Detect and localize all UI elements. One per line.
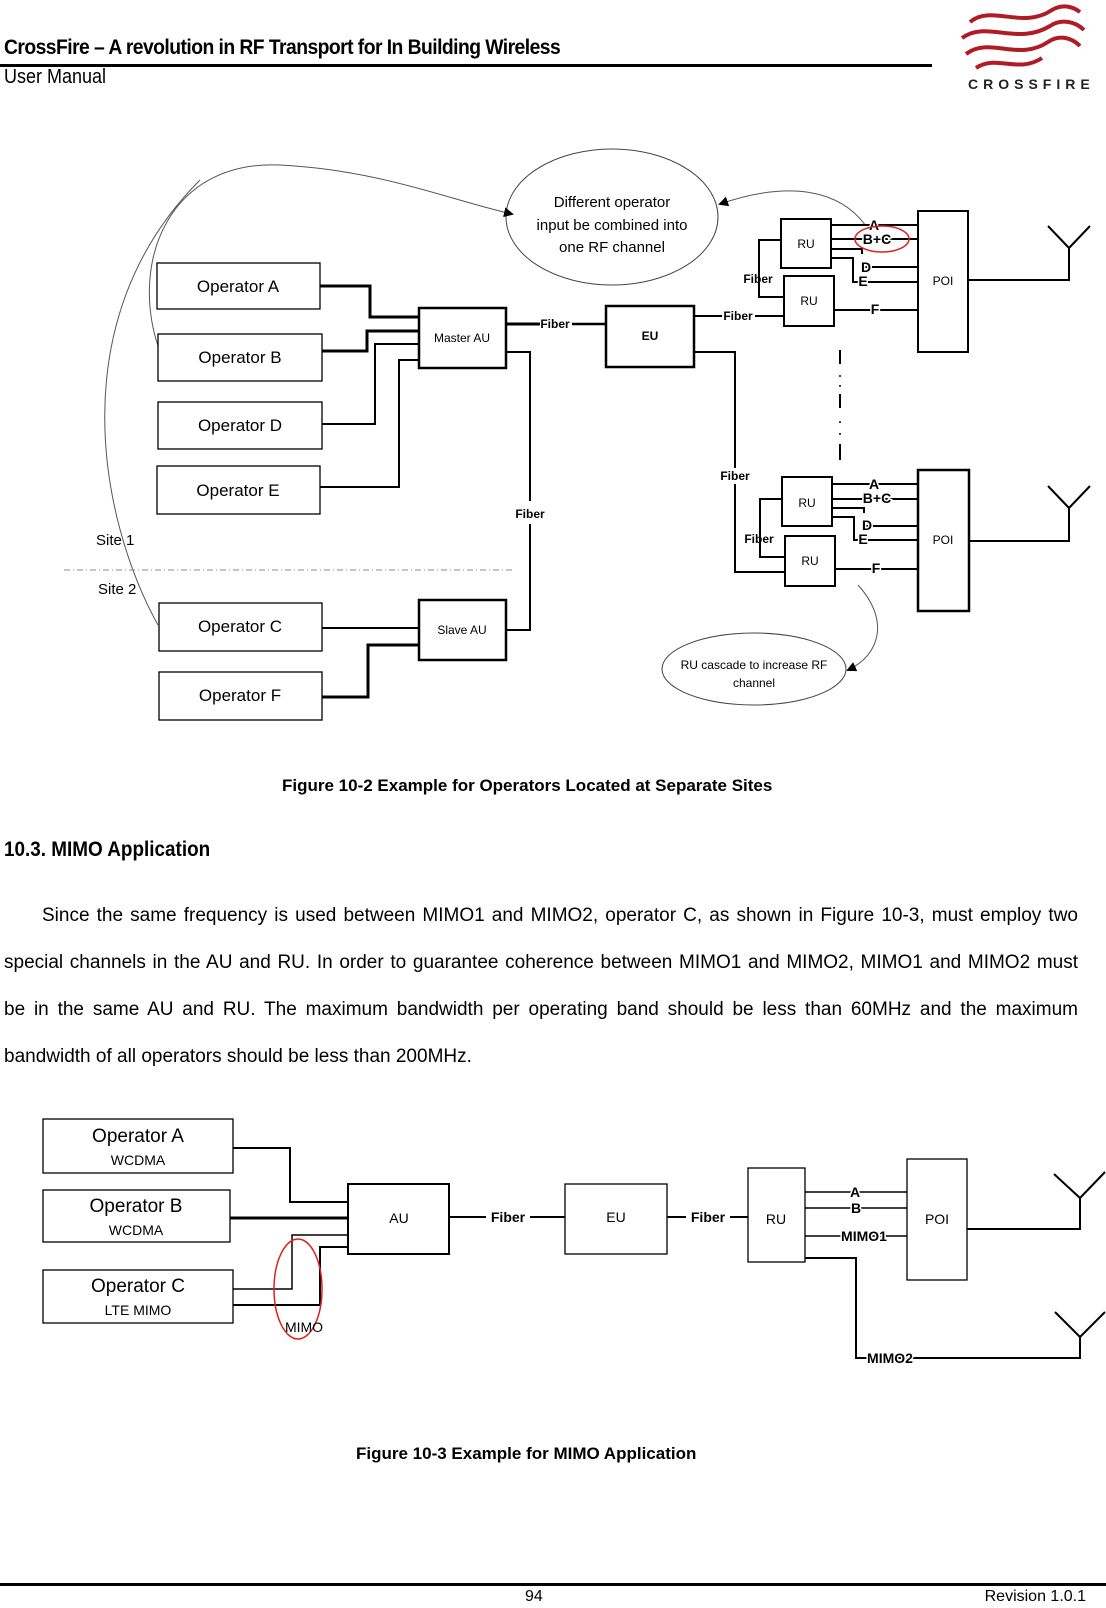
poi-bottom-label: POI [933,533,954,547]
header-rule [0,64,932,67]
callout-top-line-1: Different operator [554,194,670,211]
mimo-operator-a-name: Operator A [92,1126,184,1147]
callout-top-line-2: input be combined into [537,217,688,234]
callout-bottom-line-2: channel [733,676,775,690]
operator-f-label: Operator F [199,686,281,705]
eu-label: EU [642,329,659,343]
document-subtitle: User Manual [4,66,107,88]
page-number: 94 [525,1588,543,1605]
section-heading: 10.3. MIMO Application [4,838,211,861]
fiber-label-eu-ru-bottom: Fiber [720,469,750,483]
mimo-operator-c-name: Operator C [91,1276,185,1297]
mimo-label: MIMO [285,1319,323,1335]
mimo-operator-b-name: Operator B [90,1196,183,1217]
fiber-label-eu-ru-mimo: Fiber [691,1209,726,1225]
mimo-channel-mimo2: MIMO2 [867,1350,913,1366]
callout-top-line-3: one RF channel [559,239,665,256]
fiber-label-ru-cascade-top: Fiber [743,272,773,286]
document-title: CrossFire – A revolution in RF Transport… [4,36,561,59]
operator-d-label: Operator D [198,416,282,435]
mimo-channel-a: A [850,1184,860,1200]
mimo-eu-label: EU [606,1209,625,1225]
operator-b-label: Operator B [198,348,281,367]
mimo-operator-c-tech: LTE MIMO [105,1302,172,1318]
channel-e-bottom: E [858,531,867,547]
channel-f-top: F [871,301,880,317]
section-paragraph-text: Since the same frequency is used between… [4,905,1078,1067]
site-2-label: Site 2 [98,581,136,598]
operator-c-label: Operator C [198,617,282,636]
master-au-label: Master AU [434,331,490,345]
mimo-operator-a-tech: WCDMA [111,1152,166,1168]
fiber-label-au-slave: Fiber [515,507,545,521]
mimo-channel-b: B [851,1200,861,1216]
site-1-label: Site 1 [96,532,134,549]
operator-a-label: Operator A [197,277,280,296]
channel-bc-bottom: B+C [863,490,891,506]
channel-e-top: E [858,273,867,289]
logo-text: CROSSFIRE [968,76,1095,92]
ru-top-1-label: RU [797,237,814,251]
operator-e-label: Operator E [196,481,279,500]
ru-bottom-1-label: RU [798,496,815,510]
fiber-label-eu-ru-top: Fiber [723,309,753,323]
mimo-operator-b-tech: WCDMA [109,1222,164,1238]
poi-top-label: POI [933,274,954,288]
mimo-ru-label: RU [766,1211,786,1227]
callout-bottom-line-1: RU cascade to increase RF [681,658,828,672]
section-paragraph: Since the same frequency is used between… [4,892,1078,1080]
ru-top-2-label: RU [800,294,817,308]
revision-label: Revision 1.0.1 [984,1588,1086,1605]
fiber-label-au-eu-mimo: Fiber [491,1209,526,1225]
figure-10-2-diagram: Different operator input be combined int… [64,148,1091,721]
footer-rule [0,1583,1106,1586]
fiber-label-au-eu: Fiber [540,317,570,331]
channel-f-bottom: F [872,560,881,576]
arrow-ru-to-cascade-callout [846,584,878,672]
figure-10-3-caption: Figure 10-3 Example for MIMO Application [356,1444,697,1463]
mimo-channel-mimo1: MIMO1 [841,1228,887,1244]
slave-au-label: Slave AU [437,623,486,637]
channel-bc-top: B+C [863,231,891,247]
figure-10-3-diagram: Operator A WCDMA Operator B WCDMA Operat… [42,1118,1106,1368]
fiber-label-ru-cascade-bottom: Fiber [744,532,774,546]
au-label: AU [389,1210,408,1226]
figure-10-2-caption: Figure 10-2 Example for Operators Locate… [282,776,773,795]
mimo-poi-label: POI [925,1211,949,1227]
ru-bottom-2-label: RU [801,554,818,568]
